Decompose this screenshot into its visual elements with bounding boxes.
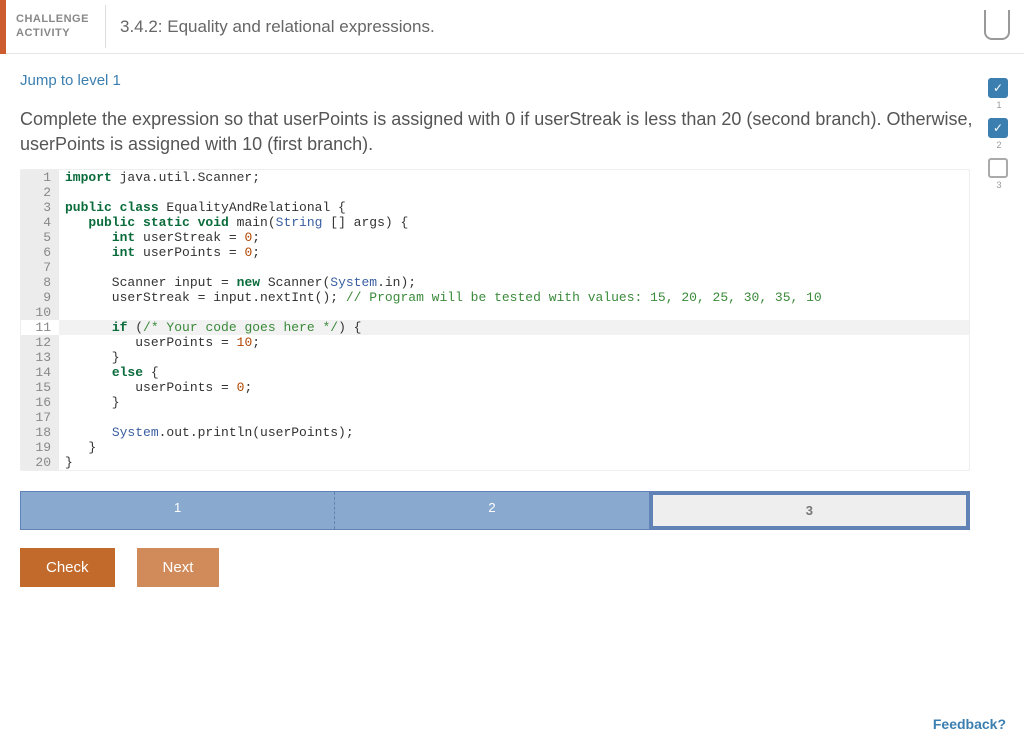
- line-num: 10: [21, 305, 59, 320]
- step-2[interactable]: 2: [335, 492, 649, 529]
- line-num: 3: [21, 200, 59, 215]
- line-num: 9: [21, 290, 59, 305]
- line-num: 8: [21, 275, 59, 290]
- activity-title: 3.4.2: Equality and relational expressio…: [106, 17, 435, 37]
- challenge-badge: CHALLENGE ACTIVITY: [6, 5, 106, 47]
- line-num: 13: [21, 350, 59, 365]
- line-num: 6: [21, 245, 59, 260]
- line-num: 17: [21, 410, 59, 425]
- step-1[interactable]: 1: [21, 492, 335, 529]
- badge-line1: CHALLENGE: [16, 13, 89, 25]
- line-num: 15: [21, 380, 59, 395]
- next-button[interactable]: Next: [137, 548, 220, 587]
- line-num: 16: [21, 395, 59, 410]
- line-num: 19: [21, 440, 59, 455]
- line-num: 7: [21, 260, 59, 275]
- jump-to-level-link[interactable]: Jump to level 1: [20, 72, 121, 89]
- step-indicator: 1 2 3: [20, 491, 970, 530]
- header-bar: CHALLENGE ACTIVITY 3.4.2: Equality and r…: [0, 0, 1024, 54]
- line-num: 12: [21, 335, 59, 350]
- feedback-link[interactable]: Feedback?: [933, 716, 1006, 732]
- line-num: 1: [21, 170, 59, 185]
- line-num: 4: [21, 215, 59, 230]
- line-num-current: 11: [21, 320, 59, 335]
- line-num: 20: [21, 455, 59, 470]
- line-num: 5: [21, 230, 59, 245]
- line-num: 18: [21, 425, 59, 440]
- line-num: 14: [21, 365, 59, 380]
- badge-line2: ACTIVITY: [16, 27, 70, 39]
- check-button[interactable]: Check: [20, 548, 115, 587]
- prompt-text: Complete the expression so that userPoin…: [20, 107, 1004, 157]
- bookmark-icon[interactable]: [984, 10, 1010, 40]
- code-editor[interactable]: 1import java.util.Scanner; 2 3public cla…: [20, 169, 970, 471]
- step-3-current[interactable]: 3: [649, 491, 970, 530]
- line-num: 2: [21, 185, 59, 200]
